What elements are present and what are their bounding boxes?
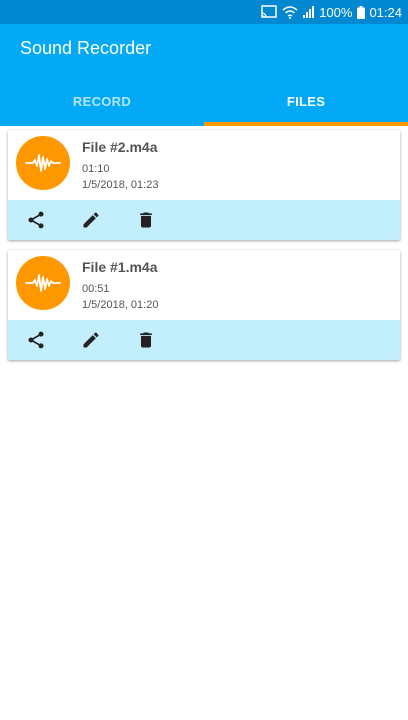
tab-bar: RECORD FILES <box>0 76 408 126</box>
file-actions-bar <box>8 320 400 360</box>
signal-icon <box>303 6 315 18</box>
edit-icon[interactable] <box>79 328 103 352</box>
cast-icon <box>261 5 277 19</box>
status-bar: 100% 01:24 <box>0 0 408 24</box>
file-card[interactable]: File #2.m4a 01:10 1/5/2018, 01:23 <box>8 130 400 240</box>
file-card-header[interactable]: File #2.m4a 01:10 1/5/2018, 01:23 <box>8 130 400 200</box>
delete-icon[interactable] <box>134 208 158 232</box>
delete-icon[interactable] <box>134 328 158 352</box>
file-actions-bar <box>8 200 400 240</box>
file-card[interactable]: File #1.m4a 00:51 1/5/2018, 01:20 <box>8 250 400 360</box>
share-icon[interactable] <box>24 208 48 232</box>
battery-percent: 100% <box>319 4 353 20</box>
file-date: 1/5/2018, 01:20 <box>82 299 159 311</box>
tab-record[interactable]: RECORD <box>0 76 204 126</box>
edit-icon[interactable] <box>79 208 103 232</box>
file-list: File #2.m4a 01:10 1/5/2018, 01:23 File #… <box>0 126 408 360</box>
tab-files[interactable]: FILES <box>204 76 408 126</box>
app-bar: Sound Recorder RECORD FILES <box>0 24 408 126</box>
wifi-icon <box>282 5 298 19</box>
file-name: File #2.m4a <box>82 139 158 155</box>
waveform-icon <box>16 136 70 190</box>
waveform-icon <box>16 256 70 310</box>
file-duration: 01:10 <box>82 163 110 175</box>
app-title: Sound Recorder <box>20 38 152 58</box>
file-date: 1/5/2018, 01:23 <box>82 179 159 191</box>
file-name: File #1.m4a <box>82 259 158 275</box>
status-time: 01:24 <box>369 4 402 20</box>
battery-icon <box>357 5 366 19</box>
file-card-header[interactable]: File #1.m4a 00:51 1/5/2018, 01:20 <box>8 250 400 320</box>
share-icon[interactable] <box>24 328 48 352</box>
file-duration: 00:51 <box>82 283 110 295</box>
